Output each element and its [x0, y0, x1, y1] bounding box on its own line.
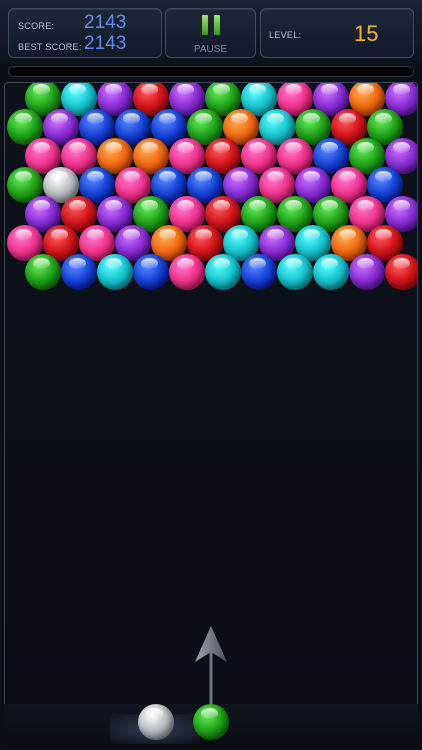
aim-arrow-icon[interactable] [193, 624, 229, 708]
bubble-blue [241, 254, 277, 290]
current-bubble[interactable] [193, 704, 229, 740]
score-panel: SCORE: 2143 BEST SCORE: 2143 [8, 8, 162, 58]
best-score-label: BEST SCORE: [18, 42, 82, 52]
bubble-blue [133, 254, 169, 290]
bubble-pink [169, 254, 205, 290]
pause-label: PAUSE [193, 44, 228, 55]
score-value: 2143 [84, 12, 127, 33]
level-value: 15 [354, 21, 379, 46]
bubble-cyan [313, 254, 349, 290]
bubble-blue [61, 254, 97, 290]
bubble-green [25, 254, 61, 290]
bubble-purple [349, 254, 385, 290]
progress-bar [8, 66, 414, 77]
next-bubble[interactable] [138, 704, 174, 740]
score-label: SCORE: [18, 21, 55, 31]
level-panel: LEVEL: 15 [260, 8, 414, 58]
bubble-cyan [277, 254, 313, 290]
best-score-value: 2143 [84, 33, 127, 54]
top-hud: SCORE: 2143 BEST SCORE: 2143 PAUSE LEVEL… [0, 0, 422, 64]
pause-icon [202, 15, 220, 35]
bubble-cyan [205, 254, 241, 290]
level-label: LEVEL: [269, 30, 302, 40]
pause-button[interactable]: PAUSE [165, 8, 256, 58]
bubble-red [385, 254, 417, 290]
bubble-cyan [97, 254, 133, 290]
